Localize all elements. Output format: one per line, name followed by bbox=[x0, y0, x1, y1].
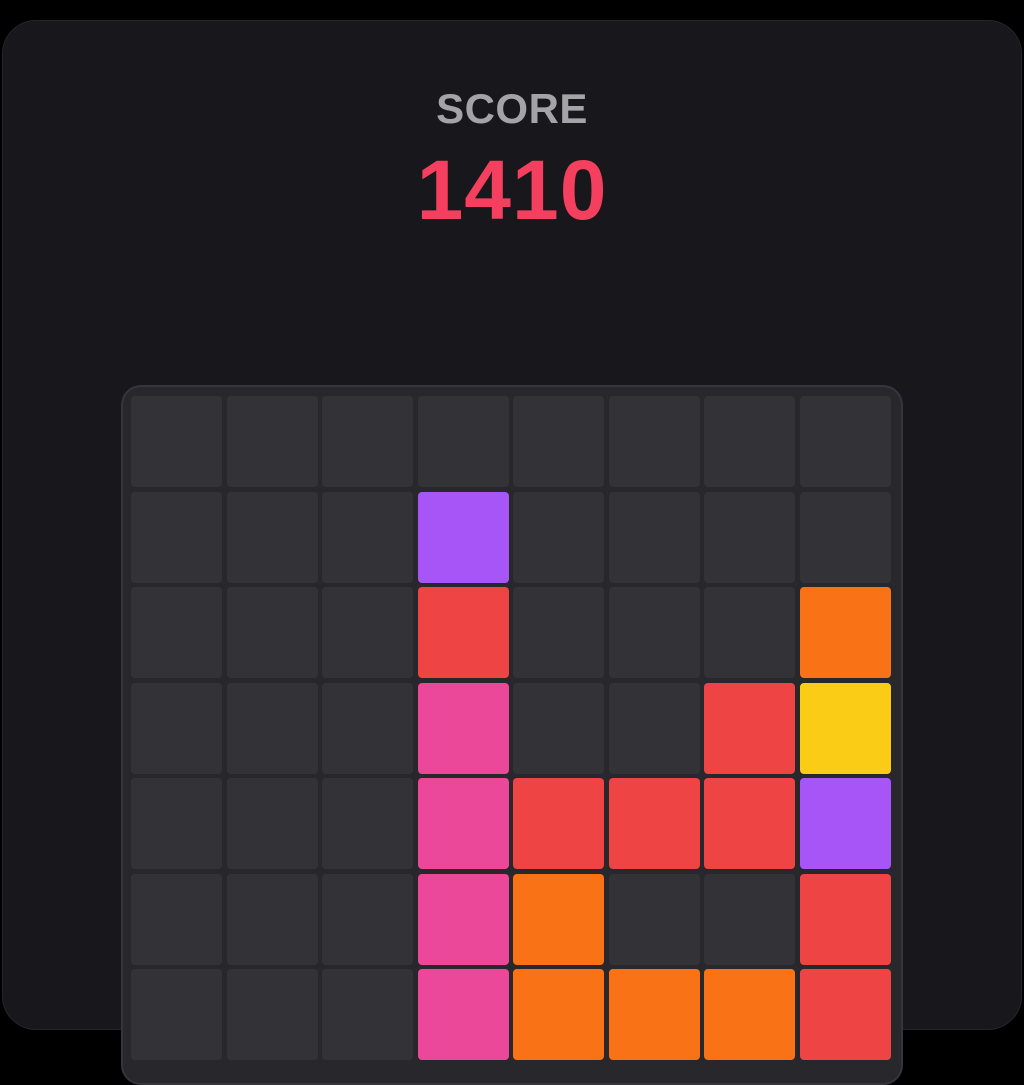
block-pink[interactable] bbox=[417, 778, 509, 869]
empty-cell[interactable] bbox=[226, 682, 318, 774]
empty-cell[interactable] bbox=[131, 873, 222, 965]
block-pink[interactable] bbox=[417, 682, 509, 774]
empty-cell[interactable] bbox=[226, 969, 318, 1060]
empty-cell[interactable] bbox=[513, 587, 604, 678]
block-purple[interactable] bbox=[417, 491, 509, 583]
empty-cell[interactable] bbox=[322, 682, 413, 774]
empty-cell[interactable] bbox=[799, 491, 891, 583]
empty-cell[interactable] bbox=[131, 587, 222, 678]
empty-cell[interactable] bbox=[608, 587, 700, 678]
empty-cell[interactable] bbox=[513, 491, 604, 583]
block-orange[interactable] bbox=[513, 873, 604, 965]
block-yellow[interactable] bbox=[799, 682, 891, 774]
empty-cell[interactable] bbox=[131, 682, 222, 774]
block-red[interactable] bbox=[608, 778, 700, 869]
empty-cell[interactable] bbox=[799, 396, 891, 487]
block-orange[interactable] bbox=[704, 969, 795, 1060]
block-orange[interactable] bbox=[608, 969, 700, 1060]
empty-cell[interactable] bbox=[417, 396, 509, 487]
block-red[interactable] bbox=[513, 778, 604, 869]
empty-cell[interactable] bbox=[226, 491, 318, 583]
block-red[interactable] bbox=[417, 587, 509, 678]
empty-cell[interactable] bbox=[131, 396, 222, 487]
empty-cell[interactable] bbox=[513, 682, 604, 774]
empty-cell[interactable] bbox=[226, 873, 318, 965]
block-red[interactable] bbox=[799, 969, 891, 1060]
empty-cell[interactable] bbox=[704, 491, 795, 583]
empty-cell[interactable] bbox=[608, 491, 700, 583]
block-pink[interactable] bbox=[417, 969, 509, 1060]
block-red[interactable] bbox=[704, 778, 795, 869]
empty-cell[interactable] bbox=[608, 682, 700, 774]
block-red[interactable] bbox=[799, 873, 891, 965]
empty-cell[interactable] bbox=[322, 587, 413, 678]
empty-cell[interactable] bbox=[513, 396, 604, 487]
empty-cell[interactable] bbox=[322, 778, 413, 869]
block-orange[interactable] bbox=[513, 969, 604, 1060]
empty-cell[interactable] bbox=[226, 396, 318, 487]
empty-cell[interactable] bbox=[131, 778, 222, 869]
empty-cell[interactable] bbox=[704, 587, 795, 678]
board-grid[interactable] bbox=[131, 396, 893, 1060]
empty-cell[interactable] bbox=[704, 873, 795, 965]
empty-cell[interactable] bbox=[608, 873, 700, 965]
empty-cell[interactable] bbox=[226, 587, 318, 678]
score-label: SCORE bbox=[436, 85, 588, 132]
block-red[interactable] bbox=[704, 682, 795, 774]
empty-cell[interactable] bbox=[131, 491, 222, 583]
empty-cell[interactable] bbox=[322, 969, 413, 1060]
empty-cell[interactable] bbox=[131, 969, 222, 1060]
empty-cell[interactable] bbox=[608, 396, 700, 487]
empty-cell[interactable] bbox=[704, 396, 795, 487]
block-purple[interactable] bbox=[799, 778, 891, 869]
empty-cell[interactable] bbox=[322, 873, 413, 965]
empty-cell[interactable] bbox=[322, 491, 413, 583]
empty-cell[interactable] bbox=[226, 778, 318, 869]
block-orange[interactable] bbox=[799, 587, 891, 678]
block-pink[interactable] bbox=[417, 873, 509, 965]
score-value: 1410 bbox=[416, 143, 608, 237]
empty-cell[interactable] bbox=[322, 396, 413, 487]
